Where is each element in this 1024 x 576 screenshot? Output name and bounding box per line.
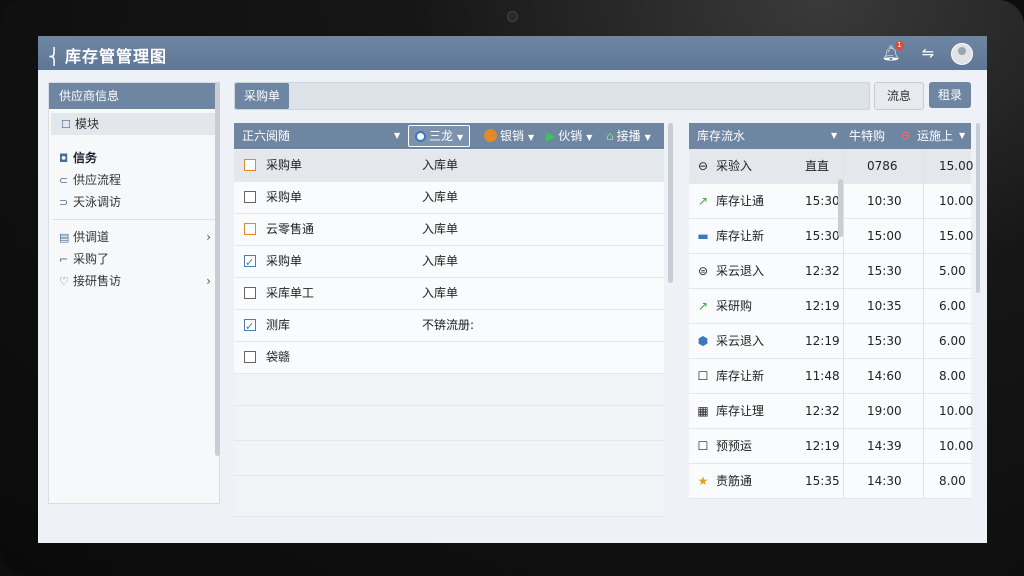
star-icon: ★ bbox=[697, 474, 709, 488]
circle-icon: ⊜ bbox=[697, 264, 709, 278]
square-filled-icon: ◘ bbox=[59, 152, 69, 165]
checkbox[interactable] bbox=[244, 247, 256, 278]
chevron-down-icon[interactable]: ▼ bbox=[394, 123, 400, 149]
table-row[interactable]: ☐ 库存让新 11:48 14:60 8.00 bbox=[689, 359, 971, 394]
column-header[interactable]: 正六阅随 bbox=[242, 123, 290, 149]
checkbox[interactable] bbox=[244, 159, 256, 171]
column-header-buy[interactable]: 牛特购 bbox=[849, 123, 885, 149]
trend-icon: ↗ bbox=[697, 194, 709, 208]
list-toolbar: 正六阅随 ▼ 三龙 ▼ 银销 ▼ ▶ 伙销 ▼ ⌂ 接播 ▼ bbox=[234, 123, 664, 149]
list-item[interactable]: 云零售通 入库单 bbox=[234, 214, 664, 246]
bar-icon: ▬ bbox=[697, 229, 709, 243]
filter-tab[interactable]: 三龙 ▼ bbox=[408, 125, 471, 147]
list-scrollbar[interactable] bbox=[668, 123, 673, 283]
list-item[interactable]: 采库单工 入库单 bbox=[234, 278, 664, 310]
screen: ⎨ 库存管管理图 🔔︎ 1 ⇋ 供应商信息 ☐ 模块 ◘ 信务 ⊂ 供应流程 ⊃ 天泳调访… bbox=[38, 36, 987, 543]
minus-circle-icon bbox=[415, 131, 426, 142]
table-scrollbar[interactable] bbox=[838, 179, 843, 237]
table-row[interactable]: ☐ 预预运 12:19 14:39 10.00 bbox=[689, 429, 973, 464]
corner-icon: ⌐ bbox=[59, 253, 69, 266]
top-bar: ⎨ 库存管管理图 🔔︎ 1 ⇋ bbox=[38, 36, 987, 70]
list-item[interactable]: 采购单入库单 bbox=[234, 150, 664, 182]
empty-row bbox=[234, 441, 664, 476]
sidebar: 供应商信息 ☐ 模块 ◘ 信务 ⊂ 供应流程 ⊃ 天泳调访 ▤ 供调道 › ⌐ 采购了 ♡ 接… bbox=[48, 82, 220, 504]
stock-flow-table: 库存流水 ▼ 牛特购 ⊖ 运施上 ▼ ⊖ 采验入 直直 0786 15.00 ↗ 库存让通… bbox=[689, 123, 973, 499]
flow-button[interactable]: 流息 bbox=[874, 82, 924, 110]
list-item[interactable]: 采购单入库单 bbox=[234, 182, 664, 214]
table-row[interactable]: ⊖ 采验入 直直 0786 15.00 bbox=[689, 149, 973, 184]
partner-tab[interactable]: ▶ 伙销 ▼ bbox=[546, 123, 592, 149]
breadcrumb-item[interactable]: 采购单 bbox=[235, 83, 289, 109]
sidebar-scrollbar[interactable] bbox=[215, 82, 220, 456]
table-row[interactable]: ↗ 库存让通 15:30 10:30 10.00 bbox=[689, 184, 973, 219]
table-row[interactable]: ⬢ 采云退入 12:19 15:30 6.00 bbox=[689, 324, 971, 359]
broadcast-tab[interactable]: ⌂ 接播 ▼ bbox=[606, 123, 651, 149]
list-item[interactable]: 测库不锛流册: bbox=[234, 310, 664, 342]
sidebar-item-info[interactable]: ◘ 信务 bbox=[49, 147, 219, 169]
checkbox[interactable] bbox=[244, 351, 256, 363]
trend-icon: ↗ bbox=[697, 299, 709, 313]
checkbox[interactable] bbox=[244, 311, 256, 342]
list-item[interactable]: 采购单入库单 bbox=[234, 246, 664, 278]
checkbox[interactable] bbox=[244, 191, 256, 203]
column-divider bbox=[923, 149, 924, 499]
sales-tab[interactable]: 银销 ▼ bbox=[484, 123, 534, 149]
play-icon: ▶ bbox=[546, 129, 556, 143]
sidebar-item-visits[interactable]: ⊃ 天泳调访 bbox=[49, 191, 219, 213]
chevron-right-icon: › bbox=[206, 230, 211, 244]
empty-row bbox=[234, 406, 664, 441]
list-icon: ▤ bbox=[59, 231, 70, 244]
building-icon: ⌂ bbox=[606, 129, 614, 143]
empty-row bbox=[234, 476, 664, 517]
divider bbox=[53, 219, 215, 220]
sidebar-item-channels[interactable]: ▤ 供调道 › bbox=[49, 226, 219, 248]
square-icon: ☐ bbox=[697, 439, 709, 453]
right-scrollbar[interactable] bbox=[976, 123, 980, 293]
table-row[interactable]: ⊜ 采云退入 12:32 15:30 5.00 bbox=[689, 254, 971, 289]
chevron-down-icon[interactable]: ▼ bbox=[831, 123, 837, 149]
list-item[interactable]: 袋赣 bbox=[234, 342, 664, 374]
gem-icon: ⬢ bbox=[697, 334, 709, 348]
sidebar-item-purchased[interactable]: ⌐ 采购了 bbox=[49, 248, 219, 270]
chevron-right-icon: › bbox=[206, 274, 211, 288]
minus-circle-icon: ⊖ bbox=[901, 129, 911, 142]
search-button[interactable]: 租录 bbox=[929, 82, 971, 108]
notification-badge: 1 bbox=[895, 41, 904, 50]
square-icon: ☐ bbox=[697, 369, 709, 383]
table-row[interactable]: ★ 责筋通 15:35 14:30 8.00 bbox=[689, 464, 971, 499]
coin-icon bbox=[484, 129, 497, 142]
tag-icon: ⊃ bbox=[59, 196, 69, 209]
app-title: ⎨ 库存管管理图 bbox=[48, 47, 168, 66]
sidebar-item-supply-flow[interactable]: ⊂ 供应流程 bbox=[49, 169, 219, 191]
column-header-name[interactable]: 库存流水 bbox=[697, 123, 745, 149]
order-list: 采购单入库单 采购单入库单 云零售通入库单 采购单入库单 采库单工入库单 测库不… bbox=[234, 150, 664, 517]
heart-icon: ♡ bbox=[59, 275, 69, 288]
empty-row bbox=[234, 374, 664, 406]
link-icon: ⊂ bbox=[59, 174, 69, 187]
column-header-ship[interactable]: 运施上 bbox=[917, 123, 953, 149]
share-icon[interactable]: ⇋ bbox=[918, 43, 938, 63]
checkbox[interactable] bbox=[244, 223, 256, 235]
avatar[interactable] bbox=[951, 43, 973, 65]
sidebar-item-module[interactable]: ☐ 模块 bbox=[51, 113, 215, 135]
chevron-down-icon[interactable]: ▼ bbox=[959, 123, 965, 149]
circle-icon: ⊖ bbox=[697, 159, 709, 173]
sidebar-header: 供应商信息 bbox=[49, 83, 219, 109]
column-divider bbox=[843, 149, 844, 499]
checkbox[interactable] bbox=[244, 287, 256, 299]
table-row[interactable]: ▬ 库存让新 15:30 15:00 15.00 bbox=[689, 219, 973, 254]
sidebar-item-sales[interactable]: ♡ 接研售访 › bbox=[49, 270, 219, 292]
table-header: 库存流水 ▼ 牛特购 ⊖ 运施上 ▼ bbox=[689, 123, 971, 149]
calendar-icon: ▦ bbox=[697, 404, 709, 418]
table-row[interactable]: ▦ 库存让理 12:32 19:00 10.00 bbox=[689, 394, 973, 429]
table-row[interactable]: ↗ 采研购 12:19 10:35 6.00 bbox=[689, 289, 971, 324]
camera bbox=[507, 11, 518, 22]
square-icon: ☐ bbox=[61, 118, 71, 131]
breadcrumb: 采购单 bbox=[234, 82, 870, 110]
